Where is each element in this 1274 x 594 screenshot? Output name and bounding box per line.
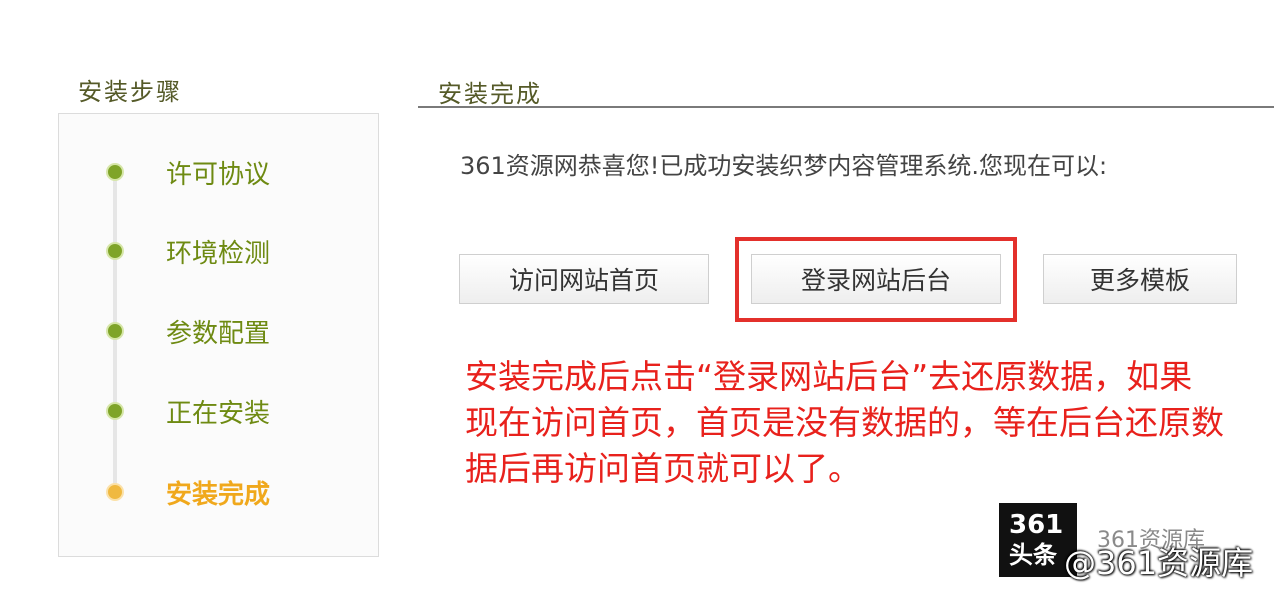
step-environment-check: 环境检测	[106, 231, 270, 271]
step-done-icon	[106, 242, 124, 260]
installer-page: 安装步骤 许可协议 环境检测 参数配置 正在安装 安装完成 安装完成 361资源…	[0, 0, 1274, 594]
step-label: 正在安装	[166, 398, 271, 429]
step-label: 许可协议	[166, 159, 271, 190]
more-templates-button[interactable]: 更多模板	[1043, 254, 1237, 304]
step-label: 安装完成	[166, 479, 271, 510]
step-parameter-config: 参数配置	[106, 311, 270, 351]
step-current-icon	[106, 483, 124, 501]
step-done-icon	[106, 322, 124, 340]
steps-title: 安装步骤	[78, 78, 182, 106]
step-license: 许可协议	[106, 152, 270, 192]
annotation-note: 安装完成后点击“登录网站后台”去还原数据，如果现在访问首页，首页是没有数据的，等…	[465, 357, 1224, 488]
step-install-complete: 安装完成	[106, 472, 270, 512]
step-installing: 正在安装	[106, 391, 270, 431]
watermark-handle: @361资源库	[1064, 544, 1254, 582]
title-divider	[418, 106, 1274, 108]
visit-home-button[interactable]: 访问网站首页	[459, 254, 709, 304]
page-title: 安装完成	[438, 80, 542, 108]
success-message: 361资源网恭喜您!已成功安装织梦内容管理系统.您现在可以:	[460, 152, 1108, 180]
step-label: 环境检测	[166, 238, 271, 269]
step-label: 参数配置	[166, 318, 271, 349]
step-done-icon	[106, 163, 124, 181]
step-done-icon	[106, 402, 124, 420]
logo-number: 361	[1009, 510, 1064, 540]
annotation-highlight-box	[735, 237, 1017, 322]
